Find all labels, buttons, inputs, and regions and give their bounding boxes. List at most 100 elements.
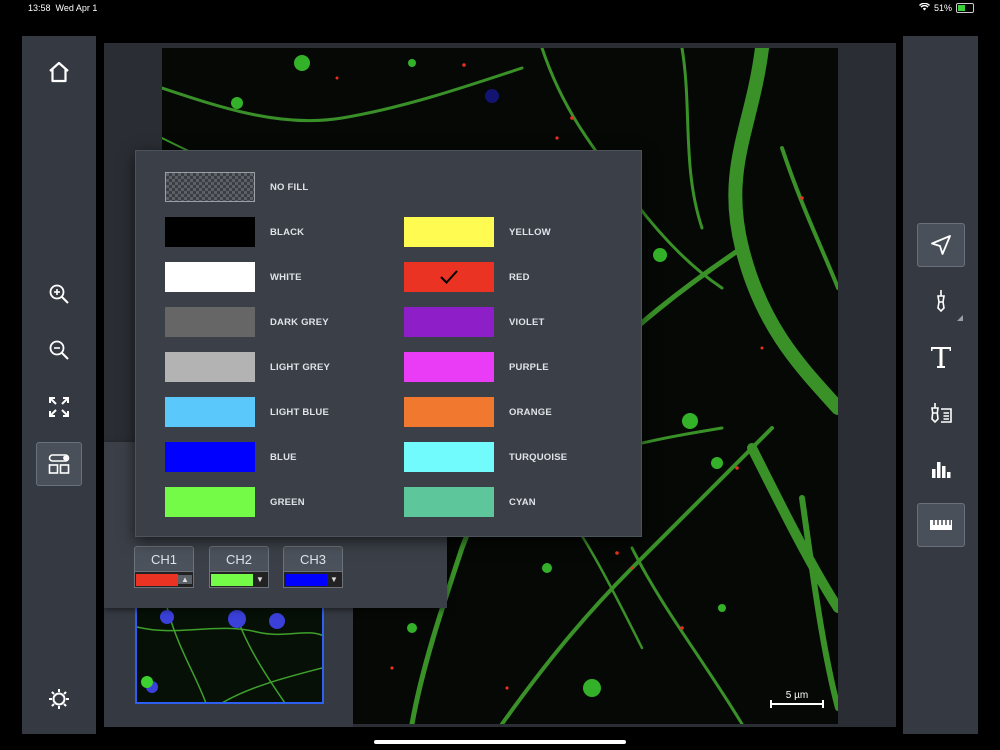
settings-button[interactable] [36, 677, 82, 721]
color-option-black[interactable]: BLACK [165, 217, 395, 249]
color-option-label: VIOLET [509, 317, 545, 328]
home-button[interactable] [36, 50, 82, 94]
channel-2[interactable]: CH2 ▼ [209, 546, 269, 590]
chevron-down-icon: ▼ [330, 575, 338, 584]
color-option-red[interactable]: RED [404, 262, 634, 294]
color-option-light-blue[interactable]: LIGHT BLUE [165, 397, 395, 429]
color-option-label: DARK GREY [270, 317, 329, 328]
checkmark-icon [440, 270, 458, 284]
zoom-in-icon [49, 284, 69, 304]
color-swatch [165, 397, 255, 427]
text-tool-icon [931, 347, 951, 368]
color-option-purple[interactable]: PURPLE [404, 352, 634, 384]
scale-bar-line [770, 700, 824, 708]
color-option-cyan[interactable]: CYAN [404, 487, 634, 519]
annotation-list-button[interactable] [917, 392, 965, 436]
battery-icon [956, 3, 974, 13]
channel-1-color-swatch [136, 573, 178, 586]
color-option-label: PURPLE [509, 362, 549, 373]
text-tool-button[interactable] [917, 335, 965, 379]
color-option-label: RED [509, 272, 530, 283]
navigate-button[interactable] [917, 223, 965, 267]
scale-bar: 5 µm [770, 690, 824, 710]
navigator-thumbnail-image [137, 607, 322, 702]
chevron-up-icon: ▲ [178, 575, 192, 584]
channel-2-color-swatch [211, 573, 253, 586]
channel-3-color-swatch [285, 573, 327, 586]
color-option-light-grey[interactable]: LIGHT GREY [165, 352, 395, 384]
channel-1-color-dropdown[interactable]: ▲ [134, 572, 194, 588]
status-right: 51% [918, 2, 974, 13]
color-swatch [165, 442, 255, 472]
color-option-green[interactable]: GREEN [165, 487, 395, 519]
annotation-list-icon [931, 403, 952, 424]
settings-gear-icon [49, 689, 69, 709]
color-swatch [404, 307, 494, 337]
color-option-no-fill[interactable]: NO FILL [165, 172, 395, 204]
status-bar: 13:58 Wed Apr 1 51% [0, 0, 1000, 18]
color-swatch [165, 307, 255, 337]
color-swatch [165, 262, 255, 292]
color-option-label: BLACK [270, 227, 305, 238]
right-toolbar [903, 36, 978, 734]
color-swatch [404, 487, 494, 517]
fit-to-screen-icon [49, 397, 69, 417]
color-swatch [404, 442, 494, 472]
status-time: 13:58 Wed Apr 1 [28, 3, 98, 13]
battery-percent: 51% [933, 3, 952, 13]
channel-2-label[interactable]: CH2 [209, 546, 269, 572]
color-swatch [404, 217, 494, 247]
home-indicator[interactable] [374, 740, 626, 744]
channel-3-color-dropdown[interactable]: ▼ [283, 572, 343, 588]
channels-layout-button[interactable] [36, 442, 82, 486]
color-option-label: GREEN [270, 497, 305, 508]
color-option-white[interactable]: WHITE [165, 262, 395, 294]
channel-3-label[interactable]: CH3 [283, 546, 343, 572]
color-option-label: CYAN [509, 497, 536, 508]
more-tools-triangle-icon [957, 315, 963, 321]
color-swatch-selected [404, 262, 494, 292]
color-option-blue[interactable]: BLUE [165, 442, 395, 474]
color-option-label: NO FILL [270, 182, 309, 193]
pen-tool-button[interactable] [917, 279, 965, 323]
no-fill-swatch [165, 172, 255, 202]
color-option-label: ORANGE [509, 407, 552, 418]
chevron-down-icon: ▼ [256, 575, 264, 584]
color-option-yellow[interactable]: YELLOW [404, 217, 634, 249]
wifi-icon [918, 2, 930, 13]
color-option-dark-grey[interactable]: DARK GREY [165, 307, 395, 339]
color-picker-popup: NO FILL BLACK WHITE DARK GREY LIGHT GREY… [135, 150, 642, 537]
color-option-label: LIGHT GREY [270, 362, 331, 373]
histogram-icon [932, 462, 951, 478]
zoom-out-icon [49, 340, 69, 360]
color-option-label: YELLOW [509, 227, 551, 238]
channel-2-color-dropdown[interactable]: ▼ [209, 572, 269, 588]
scale-bar-label: 5 µm [785, 690, 809, 701]
color-swatch [165, 352, 255, 382]
color-option-label: TURQUOISE [509, 452, 568, 463]
home-icon [49, 61, 69, 83]
color-option-orange[interactable]: ORANGE [404, 397, 634, 429]
color-swatch [404, 352, 494, 382]
channels-layout-icon [48, 454, 70, 474]
channel-1[interactable]: CH1 ▲ [134, 546, 194, 590]
pen-tool-icon [937, 290, 945, 313]
color-option-label: WHITE [270, 272, 302, 283]
color-swatch [165, 487, 255, 517]
zoom-in-button[interactable] [36, 272, 82, 316]
navigator-thumbnail[interactable] [135, 605, 324, 704]
color-option-label: BLUE [270, 452, 297, 463]
channel-1-label[interactable]: CH1 [134, 546, 194, 572]
color-option-violet[interactable]: VIOLET [404, 307, 634, 339]
channel-3[interactable]: CH3 ▼ [283, 546, 343, 590]
ruler-icon [930, 520, 952, 530]
fit-to-screen-button[interactable] [36, 385, 82, 429]
color-option-turquoise[interactable]: TURQUOISE [404, 442, 634, 474]
ruler-button[interactable] [917, 503, 965, 547]
navigate-arrow-icon [931, 235, 951, 255]
color-swatch [165, 217, 255, 247]
color-swatch [404, 397, 494, 427]
histogram-button[interactable] [917, 447, 965, 491]
zoom-out-button[interactable] [36, 328, 82, 372]
color-option-label: LIGHT BLUE [270, 407, 329, 418]
